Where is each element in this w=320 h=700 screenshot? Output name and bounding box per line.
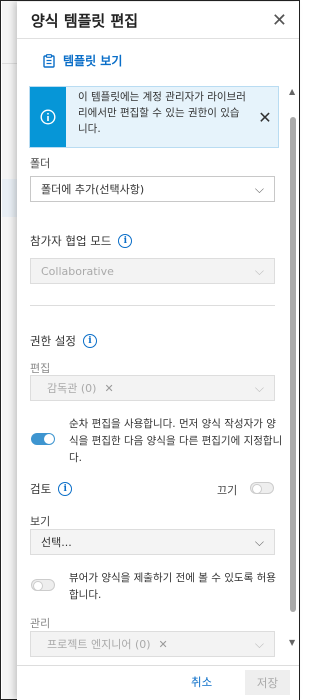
dialog-footer: 취소 저장 [17, 665, 299, 700]
clipboard-icon [43, 53, 55, 68]
edit-chip: 감독관 (0) ✕ [47, 380, 114, 396]
background-divider [2, 63, 17, 64]
view-select-value: 선택... [41, 536, 72, 549]
manage-label: 관리 [30, 617, 51, 630]
chip-remove-icon[interactable]: ✕ [104, 382, 113, 395]
header-divider [17, 38, 299, 39]
view-label: 보기 [30, 515, 51, 528]
section-divider [30, 305, 275, 306]
chevron-down-icon: ⌵ [254, 636, 264, 651]
folder-label: 폴더 [30, 157, 51, 170]
info-icon[interactable]: i [118, 234, 133, 248]
panel-scrollbar[interactable]: ▲ ▼ [289, 87, 297, 647]
scroll-down-icon[interactable]: ▼ [289, 638, 295, 647]
folder-select-value: 폴더에 추가(선택사항) [41, 183, 145, 196]
banner-message: 이 템플릿에는 계정 관리자가 라이브러리에서만 편집할 수 있는 권한이 있습… [78, 91, 246, 135]
manage-select[interactable]: 프로젝트 엔지니어 (0) ✕ ⌵ [30, 631, 275, 657]
edit-select[interactable]: 감독관 (0) ✕ ⌵ [30, 375, 275, 401]
banner-accent [30, 87, 66, 147]
info-banner: 이 템플릿에는 계정 관리자가 라이브러리에서만 편집할 수 있는 권한이 있습… [29, 86, 279, 148]
sequential-edit-text: 순차 편집을 사용합니다. 먼저 양식 작성자가 양식을 편집한 다음 양식을 … [69, 418, 283, 464]
scroll-up-icon[interactable]: ▲ [289, 87, 295, 96]
cancel-button[interactable]: 취소 [191, 674, 212, 690]
background-selected-row [2, 179, 17, 217]
chevron-down-icon: ⌵ [254, 534, 264, 549]
chip-remove-icon[interactable]: ✕ [159, 638, 168, 651]
chevron-down-icon: ⌵ [254, 263, 264, 278]
chevron-down-icon: ⌵ [254, 380, 264, 395]
view-template-label: 템플릿 보기 [63, 54, 123, 68]
viewer-before-submit-text: 뷰어가 양식을 제출하기 전에 볼 수 있도록 허용합니다. [69, 572, 276, 601]
folder-select[interactable]: 폴더에 추가(선택사항) ⌵ [30, 176, 275, 202]
panel-title: 양식 템플릿 편집 [31, 12, 139, 30]
permissions-heading: 권한 설정 i [30, 333, 97, 349]
review-heading: 검토 i [30, 481, 73, 497]
scrollbar-thumb[interactable] [290, 117, 296, 612]
permissions-title: 권한 설정 [30, 334, 76, 348]
sequential-edit-toggle[interactable] [31, 433, 55, 445]
edit-chip-label: 감독관 (0) [47, 382, 97, 395]
manage-chip-label: 프로젝트 엔지니어 (0) [47, 638, 151, 651]
banner-close-icon[interactable]: ✕ [252, 87, 278, 147]
collab-mode-label: 참가자 협업 모드 [30, 234, 112, 248]
view-select[interactable]: 선택... ⌵ [30, 529, 275, 555]
edit-label: 편집 [30, 362, 51, 375]
chevron-down-icon: ⌵ [254, 181, 264, 196]
review-toggle-label: 끄기 [217, 484, 238, 497]
edit-template-panel: 양식 템플릿 편집 ✕ 템플릿 보기 이 템플릿에는 계정 관리자가 라이브러리… [17, 2, 299, 700]
collab-mode-value: Collaborative [41, 264, 114, 278]
info-icon [40, 109, 56, 125]
collab-mode-select[interactable]: Collaborative ⌵ [30, 258, 275, 284]
collab-mode-heading: 참가자 협업 모드 i [30, 233, 133, 249]
viewer-before-submit-toggle[interactable] [31, 579, 55, 591]
review-toggle[interactable] [250, 482, 274, 494]
manage-chip: 프로젝트 엔지니어 (0) ✕ [47, 636, 168, 652]
window-frame: 양식 템플릿 편집 ✕ 템플릿 보기 이 템플릿에는 계정 관리자가 라이브러리… [0, 0, 300, 700]
view-template-link[interactable]: 템플릿 보기 [43, 52, 122, 69]
info-icon[interactable]: i [58, 482, 73, 496]
close-icon[interactable]: ✕ [272, 10, 287, 31]
save-button[interactable]: 저장 [245, 670, 290, 695]
review-label: 검토 [30, 482, 52, 496]
background-page [2, 1, 17, 699]
info-icon[interactable]: i [82, 334, 97, 348]
